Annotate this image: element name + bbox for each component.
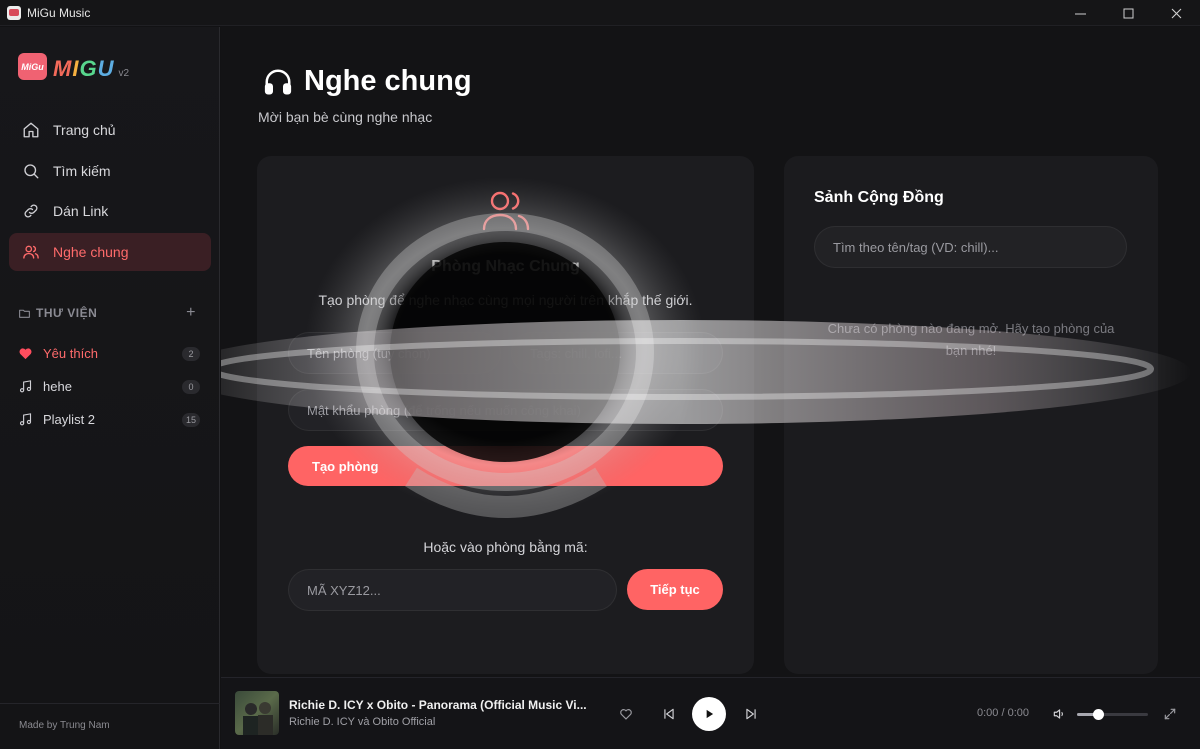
create-room-button[interactable]: Tạo phòng	[288, 446, 723, 486]
nav-item-home[interactable]: Trang chủ	[9, 111, 211, 149]
room-code-input[interactable]: MÃ XYZ12...	[288, 569, 617, 611]
library-item-label: hehe	[43, 379, 72, 394]
headphones-icon	[264, 69, 292, 94]
main-nav: Trang chủ Tìm kiếm Dán Link Nghe chung	[9, 111, 211, 273]
library-item-count: 0	[182, 379, 200, 394]
library-item-label: Yêu thích	[43, 346, 98, 361]
sidebar: MiGu MIGU v2 Trang chủ Tìm kiếm Dán Link…	[0, 27, 220, 749]
heart-outline-icon	[620, 709, 632, 720]
users-icon	[482, 191, 530, 231]
previous-button[interactable]	[661, 706, 677, 722]
music-note-icon	[19, 380, 32, 393]
volume-icon	[1053, 709, 1063, 719]
library-item-playlist-2[interactable]: Playlist 2 15	[18, 403, 200, 436]
next-button[interactable]	[743, 706, 759, 722]
cover-art-icon	[243, 702, 273, 735]
library-item-favorites[interactable]: Yêu thích 2	[18, 337, 200, 370]
room-password-input[interactable]: Mật khẩu phòng (để trống nếu muốn công k…	[288, 389, 723, 431]
minimize-icon	[1074, 13, 1086, 14]
logo-version: v2	[118, 68, 130, 79]
track-title[interactable]: Richie D. ICY x Obito - Panorama (Offici…	[289, 698, 609, 712]
window-title: MiGu Music	[27, 5, 91, 20]
like-button[interactable]	[618, 706, 634, 722]
nav-item-search[interactable]: Tìm kiếm	[9, 152, 211, 190]
community-lobby-card: Sảnh Cộng Đồng Tìm theo tên/tag (VD: chi…	[784, 156, 1158, 674]
expand-icon	[1164, 708, 1176, 720]
library-item-count: 15	[181, 412, 200, 427]
continue-button[interactable]: Tiếp tục	[627, 569, 723, 610]
add-playlist-button[interactable]: +	[186, 304, 196, 322]
title-bar: MiGu Music	[0, 0, 1200, 26]
join-by-code-prompt: Hoặc vào phòng bằng mã:	[423, 539, 588, 555]
nav-item-label: Trang chủ	[53, 122, 116, 138]
link-icon	[24, 204, 38, 218]
nav-item-paste-link[interactable]: Dán Link	[9, 192, 211, 230]
fullscreen-button[interactable]	[1162, 706, 1178, 722]
room-tags-input[interactable]: Tags: chill, lofi...	[511, 332, 723, 374]
volume-button[interactable]	[1051, 706, 1067, 722]
close-button[interactable]	[1152, 0, 1200, 26]
maximize-button[interactable]	[1104, 0, 1152, 26]
maximize-icon	[1123, 8, 1133, 18]
made-by-credit: Made by Trung Nam	[19, 720, 110, 731]
skip-back-icon	[664, 708, 674, 720]
users-icon	[23, 245, 39, 259]
window-controls	[1056, 0, 1200, 26]
library-item-count: 2	[182, 346, 200, 361]
nav-item-label: Dán Link	[53, 203, 109, 219]
close-icon	[1171, 8, 1181, 18]
minimize-button[interactable]	[1056, 0, 1104, 26]
album-cover[interactable]	[235, 691, 279, 735]
library-list: Yêu thích 2 hehe 0 Playlist 2 15	[18, 337, 200, 436]
library-header: THƯ VIỆN +	[18, 304, 196, 322]
folder-icon	[19, 309, 30, 318]
player-bar: Richie D. ICY x Obito - Panorama (Offici…	[221, 677, 1200, 749]
page-title-text: Nghe chung	[304, 65, 472, 97]
volume-handle[interactable]	[1092, 709, 1104, 720]
app-icon	[7, 5, 21, 20]
logo-badge: MiGu	[18, 53, 47, 80]
skip-forward-icon	[746, 708, 756, 720]
lobby-search-input[interactable]: Tìm theo tên/tag (VD: chill)...	[814, 226, 1127, 268]
lobby-empty-message: Chưa có phòng nào đang mở. Hãy tạo phòng…	[827, 321, 1115, 358]
room-name-input[interactable]: Tên phòng (tuỳ chọn)	[288, 332, 501, 374]
nav-item-label: Nghe chung	[53, 243, 129, 260]
nav-item-label: Tìm kiếm	[53, 162, 111, 179]
nav-item-listen-together[interactable]: Nghe chung	[9, 232, 211, 271]
home-icon	[23, 122, 39, 138]
create-room-card: Phòng Nhạc Chung Tạo phòng để nghe nhạc …	[257, 156, 754, 674]
heart-icon	[19, 348, 32, 360]
play-icon	[706, 709, 714, 719]
main-content: Nghe chung Mời bạn bè cùng nghe nhạc Phò…	[221, 27, 1200, 677]
logo[interactable]: MiGu MIGU v2	[18, 53, 129, 80]
library-item-hehe[interactable]: hehe 0	[18, 370, 200, 403]
room-title: Phòng Nhạc Chung	[431, 258, 580, 275]
sidebar-divider	[0, 703, 220, 704]
library-item-label: Playlist 2	[43, 412, 96, 427]
logo-wordmark: MIGU	[53, 56, 115, 81]
page-title: Nghe chung	[263, 65, 472, 98]
play-button[interactable]	[692, 697, 726, 731]
music-note-icon	[19, 413, 32, 426]
playback-time: 0:00 / 0:00	[977, 707, 1029, 719]
volume-slider[interactable]	[1077, 709, 1148, 720]
lobby-title: Sảnh Cộng Đồng	[814, 189, 944, 206]
page-subtitle: Mời bạn bè cùng nghe nhạc	[258, 109, 433, 125]
track-artist[interactable]: Richie D. ICY và Obito Official	[289, 716, 435, 728]
room-description: Tạo phòng để nghe nhạc cùng mọi người tr…	[318, 292, 693, 308]
library-heading: THƯ VIỆN	[36, 306, 98, 320]
search-icon	[24, 163, 39, 178]
